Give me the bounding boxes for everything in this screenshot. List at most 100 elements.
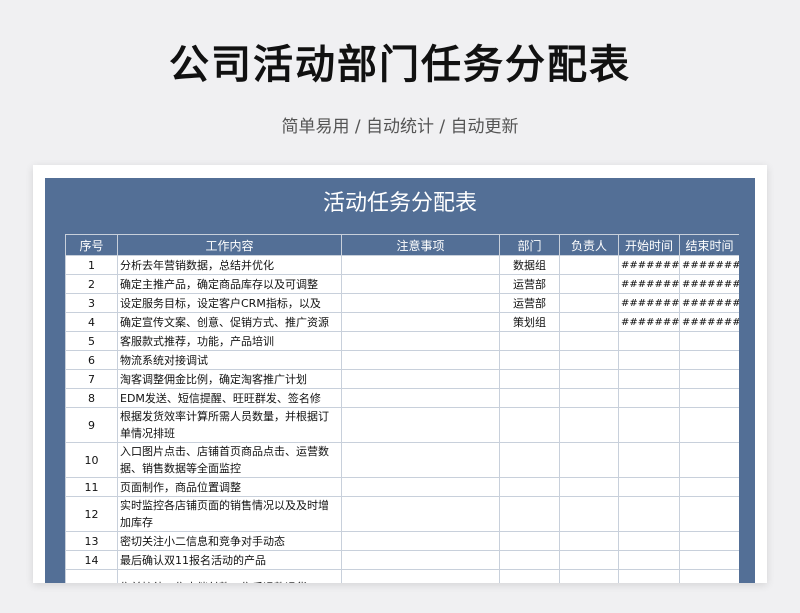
cell-owner[interactable] xyxy=(559,550,619,570)
cell-owner[interactable] xyxy=(559,531,619,551)
cell-content[interactable]: 密切关注小二信息和竞争对手动态 xyxy=(117,531,342,551)
cell-owner[interactable] xyxy=(559,350,619,370)
cell-no[interactable]: 6 xyxy=(65,350,118,370)
cell-no[interactable]: 15 xyxy=(65,569,118,583)
cell-start-time[interactable]: ######## xyxy=(618,255,680,275)
cell-start-time[interactable] xyxy=(618,331,680,351)
cell-content[interactable]: EDM发送、短信提醒、旺旺群发、签名修 xyxy=(117,388,342,408)
cell-start-time[interactable] xyxy=(618,388,680,408)
cell-note[interactable] xyxy=(341,531,500,551)
cell-content[interactable]: 入口图片点击、店铺首页商品点击、运营数据、销售数据等全面监控 xyxy=(117,442,342,478)
cell-end-time[interactable] xyxy=(679,477,739,497)
cell-content[interactable]: 物流系统对接调试 xyxy=(117,350,342,370)
cell-start-time[interactable] xyxy=(618,477,680,497)
cell-dept[interactable] xyxy=(499,369,560,389)
cell-content[interactable]: 确定宣传文案、创意、促销方式、推广资源 xyxy=(117,312,342,332)
cell-no[interactable]: 4 xyxy=(65,312,118,332)
cell-content[interactable]: 分析去年营销数据，总结并优化 xyxy=(117,255,342,275)
cell-content[interactable]: 根据发货效率计算所需人员数量，并根据订单情况排班 xyxy=(117,407,342,443)
cell-owner[interactable] xyxy=(559,442,619,478)
cell-dept[interactable] xyxy=(499,477,560,497)
cell-dept[interactable]: 运营部 xyxy=(499,293,560,313)
cell-note[interactable] xyxy=(341,442,500,478)
cell-owner[interactable] xyxy=(559,407,619,443)
cell-note[interactable] xyxy=(341,350,500,370)
cell-end-time[interactable] xyxy=(679,369,739,389)
cell-dept[interactable] xyxy=(499,350,560,370)
cell-start-time[interactable] xyxy=(618,496,680,532)
cell-note[interactable] xyxy=(341,369,500,389)
cell-owner[interactable] xyxy=(559,477,619,497)
cell-end-time[interactable] xyxy=(679,407,739,443)
cell-dept[interactable] xyxy=(499,388,560,408)
cell-no[interactable]: 10 xyxy=(65,442,118,478)
cell-start-time[interactable] xyxy=(618,407,680,443)
cell-owner[interactable] xyxy=(559,312,619,332)
cell-dept[interactable]: 数据组 xyxy=(499,255,560,275)
cell-owner[interactable] xyxy=(559,274,619,294)
cell-note[interactable] xyxy=(341,293,500,313)
cell-dept[interactable] xyxy=(499,531,560,551)
cell-dept[interactable] xyxy=(499,496,560,532)
cell-note[interactable] xyxy=(341,331,500,351)
cell-end-time[interactable] xyxy=(679,350,739,370)
cell-note[interactable] xyxy=(341,274,500,294)
cell-content[interactable]: 客服款式推荐，功能，产品培训 xyxy=(117,331,342,351)
cell-owner[interactable] xyxy=(559,369,619,389)
cell-start-time[interactable] xyxy=(618,350,680,370)
cell-end-time[interactable]: ######## xyxy=(679,312,739,332)
cell-start-time[interactable] xyxy=(618,569,680,583)
cell-no[interactable]: 3 xyxy=(65,293,118,313)
cell-end-time[interactable]: ######## xyxy=(679,293,739,313)
cell-dept[interactable]: 策划组 xyxy=(499,312,560,332)
cell-dept[interactable] xyxy=(499,442,560,478)
cell-end-time[interactable] xyxy=(679,550,739,570)
cell-start-time[interactable] xyxy=(618,550,680,570)
cell-start-time[interactable] xyxy=(618,442,680,478)
cell-no[interactable]: 13 xyxy=(65,531,118,551)
cell-content[interactable]: 最后确认双11报名活动的产品 xyxy=(117,550,342,570)
cell-start-time[interactable] xyxy=(618,531,680,551)
cell-start-time[interactable] xyxy=(618,369,680,389)
cell-dept[interactable] xyxy=(499,331,560,351)
cell-content[interactable]: 实时监控各店铺页面的销售情况以及及时增加库存 xyxy=(117,496,342,532)
cell-no[interactable]: 9 xyxy=(65,407,118,443)
cell-start-time[interactable]: ######## xyxy=(618,312,680,332)
cell-note[interactable] xyxy=(341,569,500,583)
cell-owner[interactable] xyxy=(559,293,619,313)
cell-start-time[interactable]: ######## xyxy=(618,274,680,294)
cell-end-time[interactable] xyxy=(679,442,739,478)
cell-dept[interactable]: 运营部 xyxy=(499,274,560,294)
cell-end-time[interactable]: ######## xyxy=(679,255,739,275)
cell-no[interactable]: 2 xyxy=(65,274,118,294)
cell-content[interactable]: 售前接待，售中催付款，售后退款退货 xyxy=(117,569,342,583)
cell-note[interactable] xyxy=(341,255,500,275)
cell-dept[interactable] xyxy=(499,407,560,443)
cell-end-time[interactable]: ######## xyxy=(679,274,739,294)
cell-end-time[interactable] xyxy=(679,496,739,532)
cell-note[interactable] xyxy=(341,496,500,532)
cell-dept[interactable] xyxy=(499,569,560,583)
cell-content[interactable]: 确定主推产品，确定商品库存以及可调整 xyxy=(117,274,342,294)
cell-owner[interactable] xyxy=(559,255,619,275)
cell-owner[interactable] xyxy=(559,388,619,408)
cell-no[interactable]: 11 xyxy=(65,477,118,497)
cell-note[interactable] xyxy=(341,477,500,497)
cell-note[interactable] xyxy=(341,550,500,570)
cell-content[interactable]: 设定服务目标，设定客户CRM指标，以及 xyxy=(117,293,342,313)
cell-owner[interactable] xyxy=(559,496,619,532)
cell-content[interactable]: 淘客调整佣金比例，确定淘客推广计划 xyxy=(117,369,342,389)
cell-note[interactable] xyxy=(341,312,500,332)
cell-no[interactable]: 8 xyxy=(65,388,118,408)
cell-end-time[interactable] xyxy=(679,331,739,351)
cell-no[interactable]: 7 xyxy=(65,369,118,389)
cell-end-time[interactable] xyxy=(679,531,739,551)
cell-no[interactable]: 5 xyxy=(65,331,118,351)
cell-owner[interactable] xyxy=(559,569,619,583)
cell-no[interactable]: 1 xyxy=(65,255,118,275)
cell-dept[interactable] xyxy=(499,550,560,570)
cell-no[interactable]: 12 xyxy=(65,496,118,532)
cell-end-time[interactable] xyxy=(679,388,739,408)
cell-content[interactable]: 页面制作，商品位置调整 xyxy=(117,477,342,497)
cell-no[interactable]: 14 xyxy=(65,550,118,570)
